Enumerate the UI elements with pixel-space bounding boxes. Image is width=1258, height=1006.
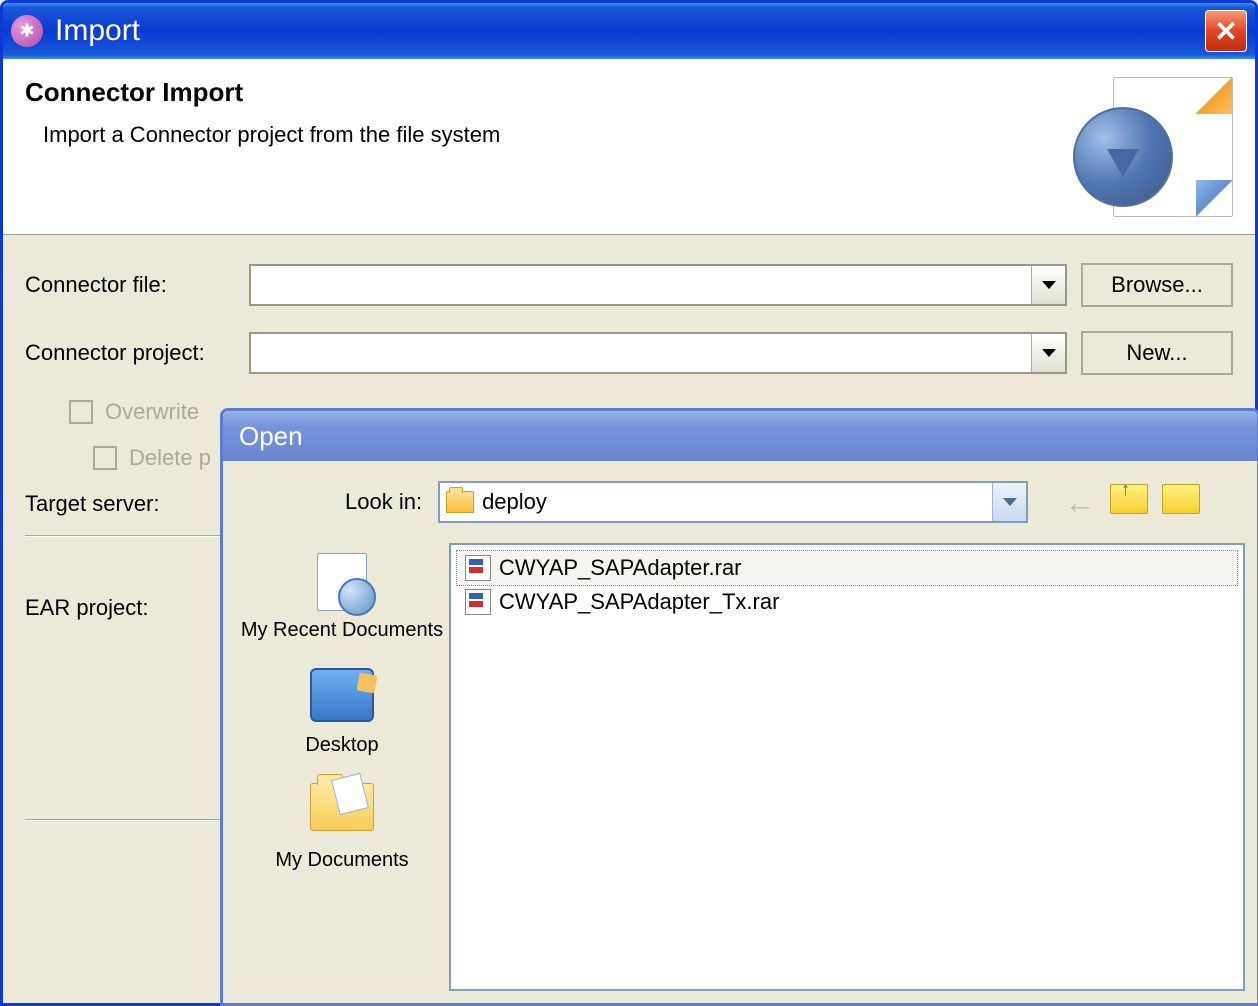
connector-icon (1073, 107, 1173, 207)
open-titlebar[interactable]: Open (223, 411, 1257, 461)
target-server-label: Target server: (25, 491, 235, 517)
look-in-row: Look in: deploy ← (235, 481, 1245, 523)
wizard-header: Connector Import Import a Connector proj… (3, 59, 1255, 235)
rar-file-icon (465, 555, 491, 581)
connector-project-row: Connector project: New... (25, 331, 1233, 375)
place-desktop-label: Desktop (305, 734, 378, 757)
delete-checkbox[interactable] (93, 446, 117, 470)
desktop-icon (310, 668, 374, 722)
folder-up-icon[interactable] (1110, 484, 1148, 514)
connector-file-combo[interactable] (249, 264, 1067, 306)
place-my-documents[interactable]: My Documents (275, 783, 408, 872)
overwrite-checkbox[interactable] (69, 400, 93, 424)
back-icon[interactable]: ← (1064, 484, 1096, 521)
rar-file-icon (465, 589, 491, 615)
connector-project-input[interactable] (251, 342, 1031, 365)
open-dialog-title: Open (239, 421, 303, 452)
chevron-down-icon[interactable] (992, 483, 1026, 521)
place-desktop[interactable]: Desktop (305, 668, 378, 757)
open-dialog: Open Look in: deploy ← My Recent Documen… (220, 408, 1258, 1006)
new-folder-icon[interactable] (1162, 484, 1200, 514)
import-titlebar[interactable]: Import ✕ (3, 3, 1255, 59)
connector-project-combo[interactable] (249, 332, 1067, 374)
close-icon: ✕ (1214, 15, 1237, 48)
close-button[interactable]: ✕ (1205, 10, 1247, 52)
chevron-down-icon[interactable] (1031, 266, 1065, 304)
nav-buttons: ← (1064, 484, 1200, 521)
look-in-value: deploy (482, 489, 984, 515)
chevron-down-icon[interactable] (1031, 334, 1065, 372)
recent-documents-icon (317, 553, 367, 611)
wizard-header-text: Connector Import Import a Connector proj… (25, 77, 500, 148)
browse-button[interactable]: Browse... (1081, 263, 1233, 307)
open-content: My Recent Documents Desktop My Documents… (235, 543, 1245, 991)
connector-project-label: Connector project: (25, 340, 235, 366)
file-item[interactable]: CWYAP_SAPAdapter.rar (457, 551, 1237, 585)
folder-icon (446, 491, 474, 513)
file-name: CWYAP_SAPAdapter.rar (499, 555, 742, 581)
documents-icon (310, 783, 374, 831)
overwrite-checkbox-label: Overwrite (105, 399, 199, 425)
file-name: CWYAP_SAPAdapter_Tx.rar (499, 589, 779, 615)
look-in-label: Look in: (345, 489, 422, 515)
connector-file-input[interactable] (251, 274, 1031, 297)
place-recent-label: My Recent Documents (241, 619, 443, 642)
wizard-icon (1073, 77, 1233, 217)
wizard-title: Connector Import (25, 77, 500, 108)
connector-file-row: Connector file: Browse... (25, 263, 1233, 307)
open-dialog-body: Look in: deploy ← My Recent Documents (223, 461, 1257, 1003)
ear-project-label: EAR project: (25, 595, 235, 621)
new-button[interactable]: New... (1081, 331, 1233, 375)
file-item[interactable]: CWYAP_SAPAdapter_Tx.rar (457, 585, 1237, 619)
place-recent-documents[interactable]: My Recent Documents (241, 553, 443, 642)
look-in-combo[interactable]: deploy (438, 481, 1028, 523)
import-window-title: Import (55, 14, 1205, 48)
connector-file-label: Connector file: (25, 272, 235, 298)
place-documents-label: My Documents (275, 849, 408, 872)
delete-checkbox-label: Delete p (129, 445, 211, 471)
import-app-icon (11, 15, 43, 47)
wizard-description: Import a Connector project from the file… (43, 122, 500, 148)
places-bar: My Recent Documents Desktop My Documents (235, 543, 449, 991)
file-list[interactable]: CWYAP_SAPAdapter.rar CWYAP_SAPAdapter_Tx… (449, 543, 1245, 991)
